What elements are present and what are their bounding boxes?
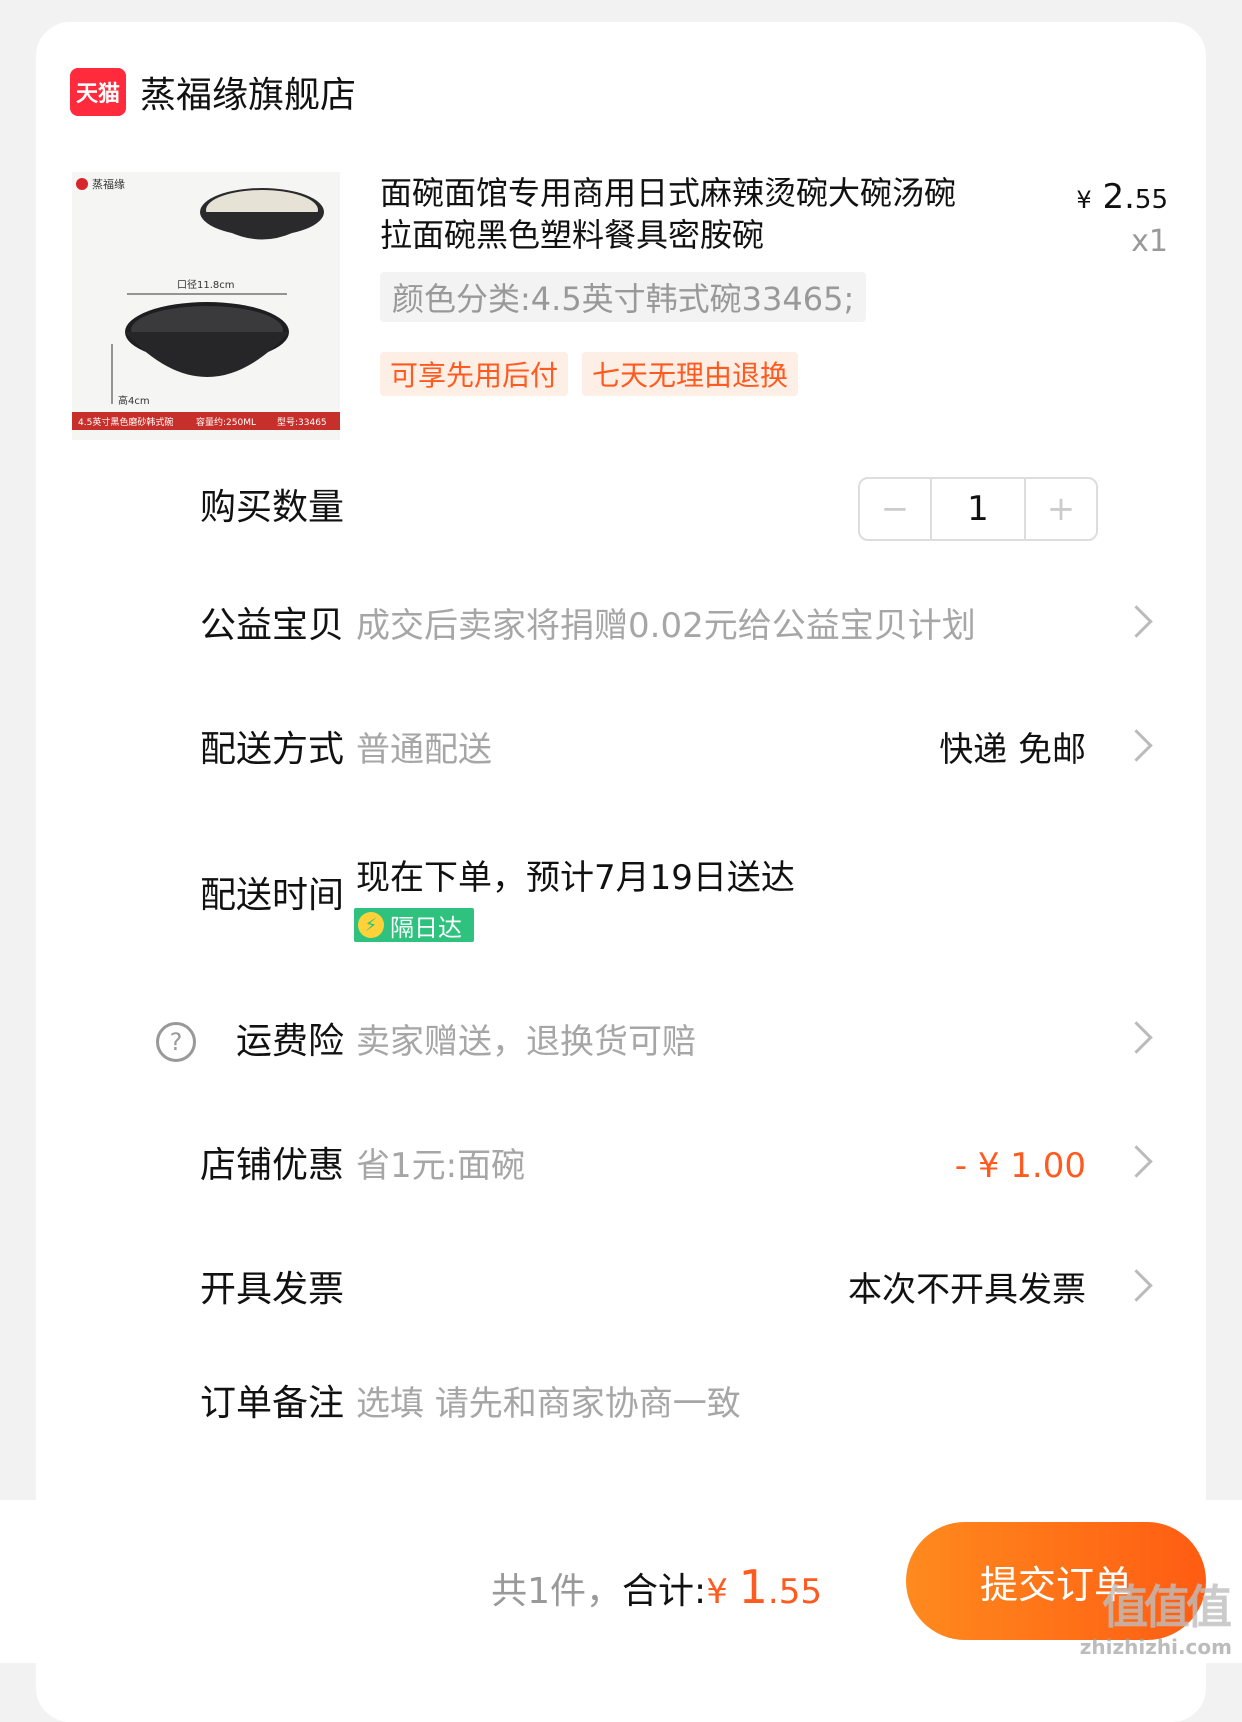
- shop-discount-value: - ¥ 1.00: [954, 1146, 1086, 1186]
- image-footer-capacity: 容量约:250ML: [196, 416, 256, 428]
- quantity-row: 购买数量 − 1 +: [36, 477, 1206, 541]
- product-quantity: x1: [1131, 224, 1168, 259]
- delivery-time-label: 配送时间: [199, 875, 344, 916]
- image-brand-label: 蒸福缘: [92, 177, 125, 191]
- item-count: 共1件，: [491, 1571, 623, 1612]
- watermark-text: zhizhizhi.com: [1079, 1635, 1232, 1659]
- image-diameter-label: 口径11.8cm: [177, 278, 235, 291]
- freight-insurance-desc: 卖家赠送，退换货可赔: [356, 1022, 696, 1062]
- invoice-value: 本次不开具发票: [848, 1270, 1086, 1310]
- checkout-bar: 共1件，合计:¥ 1.55 提交订单 值值值 zhizhizhi.com: [0, 1500, 1242, 1663]
- chevron-right-icon: [1120, 605, 1153, 638]
- total-amount-dec: .55: [767, 1572, 822, 1612]
- image-height-label: 高4cm: [118, 394, 150, 407]
- freight-insurance-label: 运费险: [235, 1021, 344, 1062]
- shipping-desc: 普通配送: [356, 730, 492, 770]
- chevron-right-icon: [1120, 1269, 1153, 1302]
- chevron-right-icon: [1120, 1021, 1153, 1054]
- total-amount: ¥ 1.55: [706, 1560, 822, 1614]
- delivery-time-text: 现在下单，预计7月19日送达: [356, 858, 795, 898]
- tag-seven-day-return: 七天无理由退换: [582, 352, 799, 396]
- chevron-right-icon: [1120, 729, 1153, 762]
- lightning-icon: ⚡: [358, 912, 384, 938]
- charity-label: 公益宝贝: [199, 605, 344, 646]
- next-day-badge: ⚡ 隔日达: [354, 908, 474, 942]
- quantity-input[interactable]: 1: [930, 479, 1026, 539]
- charity-row[interactable]: 公益宝贝 成交后卖家将捐赠0.02元给公益宝贝计划: [36, 596, 1206, 656]
- tag-pay-later: 可享先用后付: [380, 352, 569, 396]
- product-title[interactable]: 面碗面馆专用商用日式麻辣烫碗大碗汤碗拉面碗黑色塑料餐具密胺碗: [380, 172, 980, 256]
- chevron-right-icon: [1120, 1145, 1153, 1178]
- plus-button[interactable]: +: [1026, 479, 1096, 539]
- image-footer-model: 型号:33465: [277, 417, 327, 428]
- invoice-label: 开具发票: [199, 1269, 344, 1310]
- freight-insurance-row[interactable]: ? 运费险 卖家赠送，退换货可赔: [36, 1012, 1206, 1072]
- charity-desc: 成交后卖家将捐赠0.02元给公益宝贝计划: [356, 606, 976, 646]
- product-image[interactable]: 蒸福缘 口径11.8cm 高4cm 4.5英寸黑色磨砂韩式碗 容量约:250ML…: [72, 172, 340, 440]
- shop-discount-row[interactable]: 店铺优惠 省1元:面碗 - ¥ 1.00: [36, 1136, 1206, 1196]
- shop-name[interactable]: 蒸福缘旗舰店: [140, 66, 356, 118]
- order-summary: 共1件，合计:¥ 1.55: [491, 1560, 822, 1614]
- next-day-label: 隔日达: [390, 913, 462, 942]
- total-label: 合计:: [622, 1571, 707, 1612]
- product-price: ¥ 2.55: [1076, 177, 1168, 217]
- note-row[interactable]: 订单备注 选填 请先和商家协商一致: [36, 1374, 1206, 1434]
- price-int: 2.: [1102, 177, 1135, 217]
- total-currency: ¥: [706, 1572, 739, 1612]
- price-currency: ¥: [1076, 186, 1092, 214]
- order-card: 天猫 蒸福缘旗舰店 蒸福缘 口径11.8cm 高4cm 4.5英寸黑色磨砂韩式碗…: [36, 22, 1206, 1722]
- help-icon[interactable]: ?: [156, 1022, 196, 1062]
- shipping-row[interactable]: 配送方式 普通配送 快递 免邮: [36, 720, 1206, 780]
- quantity-stepper: − 1 +: [858, 477, 1098, 541]
- total-amount-int: 1: [738, 1560, 768, 1614]
- shop-header[interactable]: 天猫 蒸福缘旗舰店: [70, 68, 356, 116]
- service-tags: 可享先用后付 七天无理由退换: [380, 352, 799, 396]
- tmall-logo-icon: 天猫: [70, 68, 126, 116]
- shipping-label: 配送方式: [199, 729, 344, 770]
- minus-button[interactable]: −: [860, 479, 930, 539]
- price-dec: 55: [1134, 185, 1168, 215]
- note-input[interactable]: 选填 请先和商家协商一致: [356, 1374, 741, 1434]
- watermark-logo: 值值值: [1102, 1580, 1232, 1634]
- sku-selector[interactable]: 颜色分类:4.5英寸韩式碗33465;: [380, 272, 867, 322]
- image-footer-name: 4.5英寸黑色磨砂韩式碗: [78, 416, 173, 428]
- shop-discount-desc: 省1元:面碗: [356, 1146, 526, 1186]
- shipping-value: 快递 免邮: [939, 730, 1086, 770]
- invoice-row[interactable]: 开具发票 本次不开具发票: [36, 1260, 1206, 1320]
- shop-discount-label: 店铺优惠: [199, 1145, 344, 1186]
- quantity-label: 购买数量: [199, 487, 344, 528]
- note-label: 订单备注: [199, 1383, 344, 1424]
